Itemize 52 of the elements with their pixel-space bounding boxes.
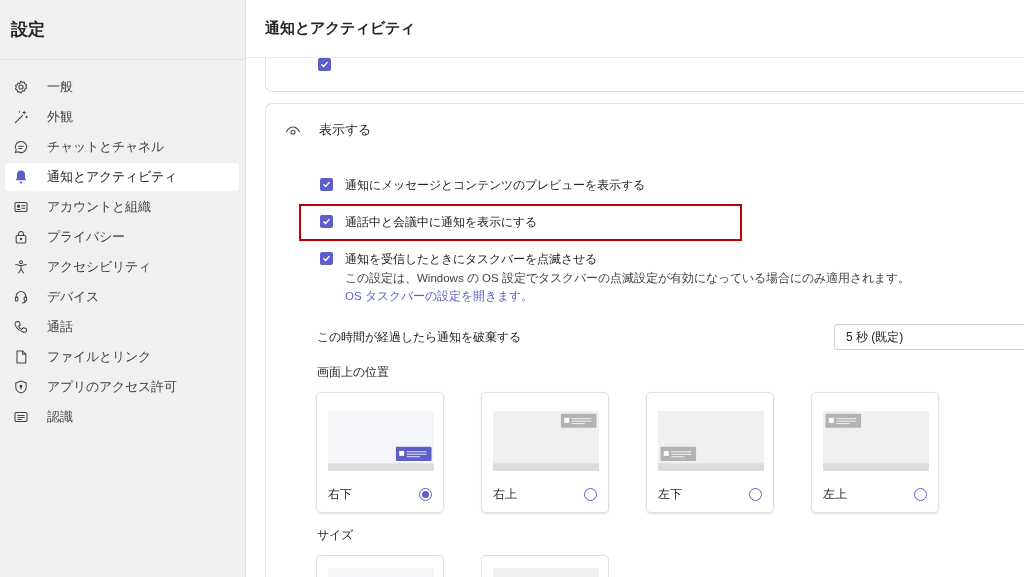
sidebar-item[interactable]: 認識 [5,403,239,431]
checkmark-icon [322,254,331,263]
setting-label: この時間が経過したら通知を破棄する [317,328,521,346]
position-card[interactable]: 左下 [646,392,774,513]
sidebar-item[interactable]: アクセシビリティ [5,253,239,281]
checkbox-label: 通知を受信したときにタスクバーを点滅させる [345,251,598,268]
file-icon [13,349,29,365]
headset-icon [13,289,29,305]
checkbox[interactable] [320,215,333,228]
sidebar-item[interactable]: ファイルとリンク [5,343,239,371]
page-title: 通知とアクティビティ [265,19,415,38]
text-card-icon [13,409,29,425]
sidebar-item[interactable]: 外観 [5,103,239,131]
position-card[interactable]: 右上 [481,392,609,513]
checkmark-icon [322,180,331,189]
checkmark-icon [320,60,329,69]
settings-icon [13,79,29,95]
phone-icon [13,319,29,335]
section-label: 画面上の位置 [316,364,390,381]
id-card-icon [13,199,29,215]
position-label: 右上 [493,486,517,503]
sidebar-item[interactable]: 通話 [5,313,239,341]
sidebar-item[interactable]: 通知とアクティビティ [5,163,239,191]
position-label: 左上 [823,486,847,503]
checkbox[interactable] [320,178,333,191]
checkbox[interactable] [320,252,333,265]
section-title: 表示する [319,122,371,139]
magic-wand-icon [13,109,29,125]
sidebar-title: 設定 [11,19,45,41]
position-label: 右下 [328,486,352,503]
lock-icon [13,229,29,245]
sidebar-item[interactable]: デバイス [5,283,239,311]
checkmark-icon [322,217,331,226]
settings-link[interactable]: OS タスクバーの設定を開きます。 [345,289,910,304]
position-card[interactable]: 左上 [811,392,939,513]
sidebar-item[interactable]: チャットとチャネル [5,133,239,161]
checkbox[interactable] [318,58,331,71]
shield-icon [13,379,29,395]
bell-icon [13,169,29,185]
chat-icon [13,139,29,155]
sidebar-item[interactable]: アカウントと組織 [5,193,239,221]
section-label: サイズ [316,527,354,544]
sidebar-item[interactable]: 一般 [5,73,239,101]
sidebar-item[interactable]: アプリのアクセス許可 [5,373,239,401]
sidebar-item[interactable]: プライバシー [5,223,239,251]
duration-dropdown[interactable]: 5 秒 (既定) [834,324,1024,350]
position-card[interactable]: 右下 [316,392,444,513]
position-label: 左下 [658,486,682,503]
checkbox-label: 通知にメッセージとコンテンツのプレビューを表示する [345,177,645,194]
checkbox-label: 通話中と会議中に通知を表示にする [345,214,537,231]
accessibility-icon [13,259,29,275]
description-text: この設定は、Windows の OS 設定でタスクバーの点滅設定が有効になっている場合にのみ適用されます。 [345,271,910,286]
